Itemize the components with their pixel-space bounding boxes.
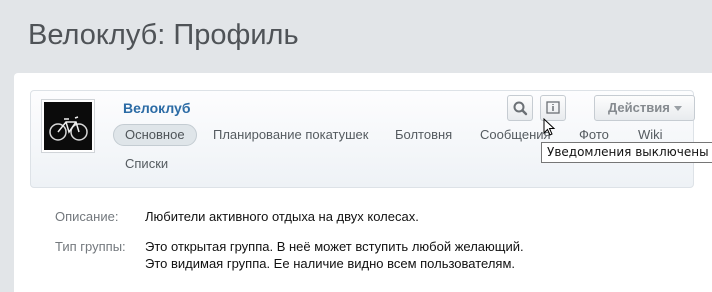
- bicycle-image: [44, 102, 92, 150]
- tab-messages[interactable]: Сообщения: [480, 126, 551, 144]
- group-type-line-2: Это видимая группа. Ее наличие видно все…: [145, 256, 516, 271]
- group-header-card: Велоклуб Основное Планирование покатушек…: [30, 90, 695, 188]
- group-type-line-1: Это открытая группа. В неё может вступит…: [145, 239, 524, 254]
- description-value: Любители активного отдыха на двух колеса…: [145, 209, 419, 224]
- notifications-tooltip: Уведомления выключены: [541, 142, 712, 163]
- group-tabs: Основное Планирование покатушек Болтовня…: [113, 124, 663, 184]
- notification-info-icon: [546, 101, 560, 114]
- chevron-down-icon: [674, 106, 682, 111]
- content-panel: Велоклуб Основное Планирование покатушек…: [14, 73, 712, 292]
- mouse-cursor-icon: [543, 118, 556, 136]
- tab-ride-planning[interactable]: Планирование покатушек: [213, 126, 368, 144]
- actions-label: Действия: [608, 100, 670, 115]
- group-name-link[interactable]: Велоклуб: [123, 100, 190, 116]
- group-type-label: Тип группы:: [55, 239, 126, 254]
- description-label: Описание:: [55, 209, 119, 224]
- tab-lists[interactable]: Списки: [125, 155, 168, 173]
- search-icon: [513, 101, 528, 116]
- search-button[interactable]: [507, 95, 533, 121]
- tab-main[interactable]: Основное: [113, 124, 197, 146]
- page-title: Велоклуб: Профиль: [28, 19, 299, 51]
- tab-chat[interactable]: Болтовня: [395, 126, 452, 144]
- actions-dropdown-button[interactable]: Действия: [594, 95, 695, 121]
- group-avatar[interactable]: [41, 99, 95, 153]
